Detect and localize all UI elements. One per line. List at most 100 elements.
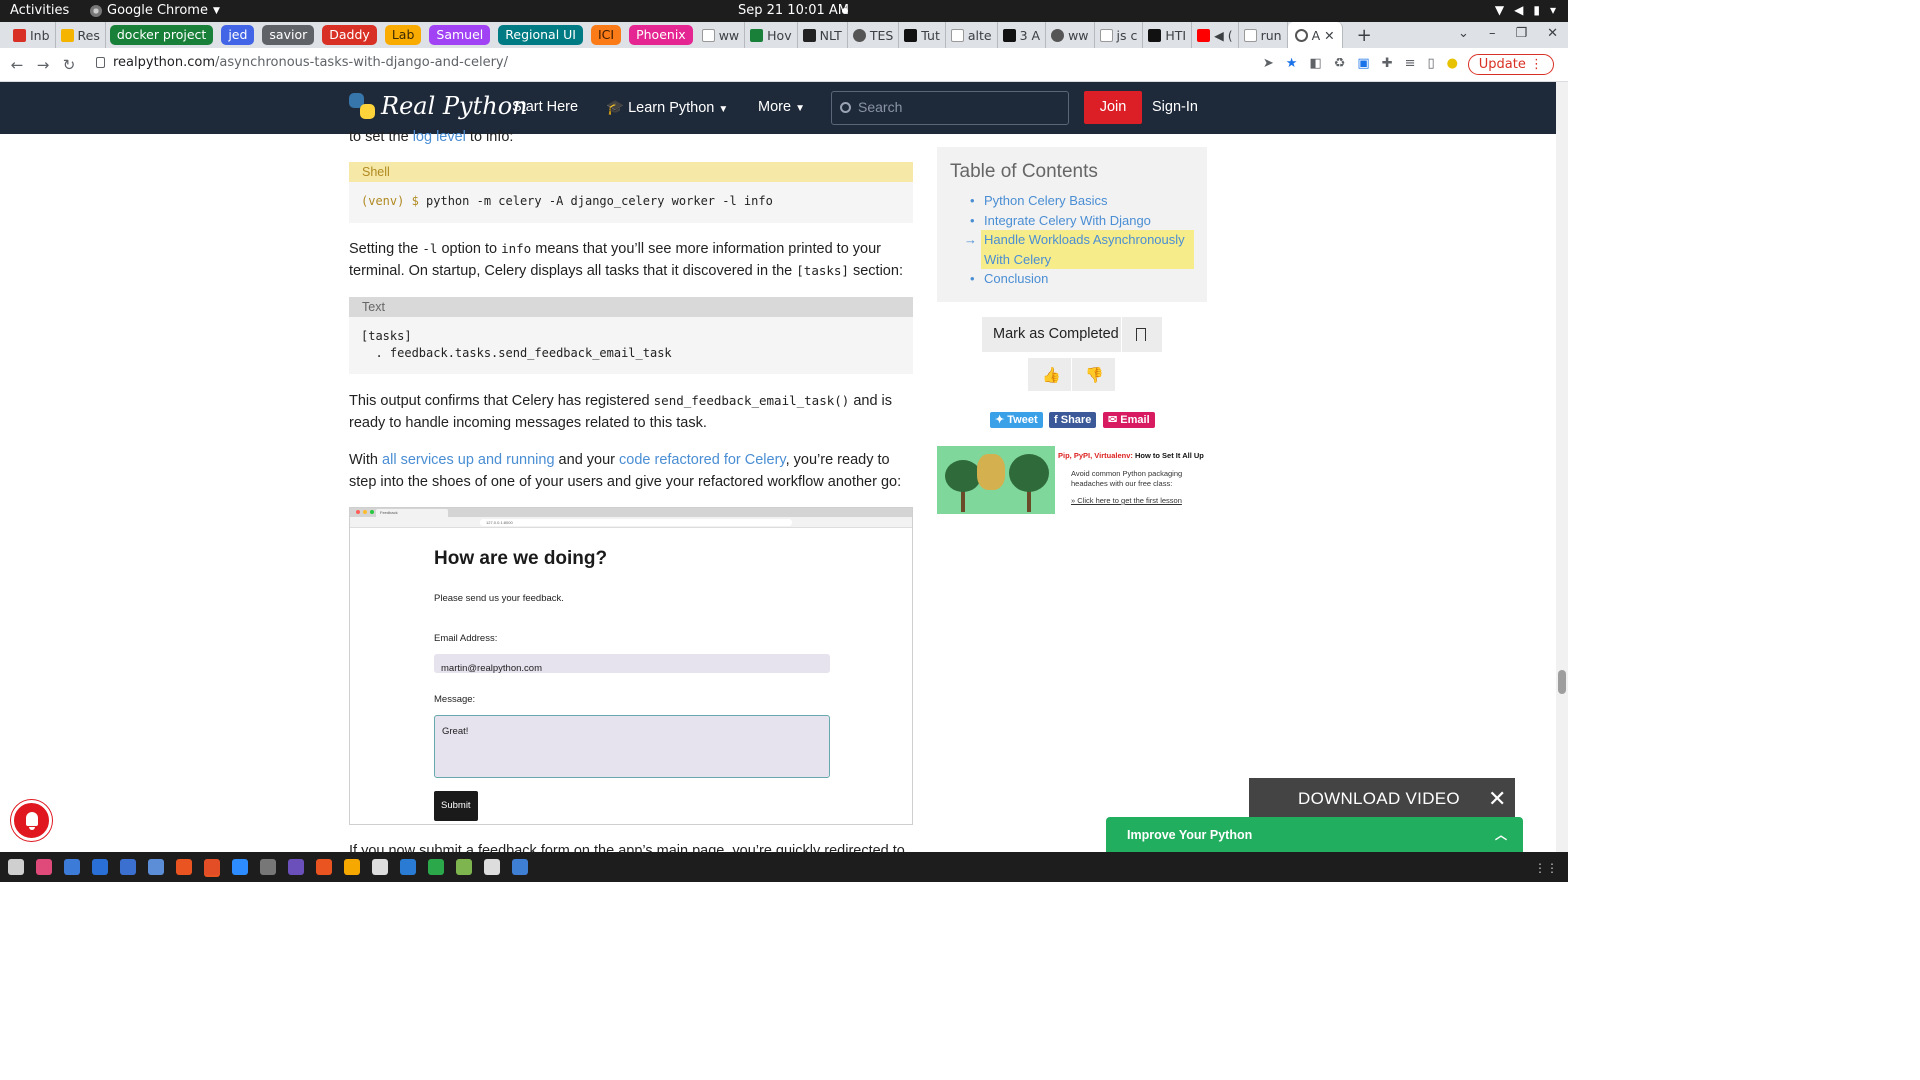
mark-completed-button[interactable]: Mark as Completed bbox=[982, 317, 1162, 352]
tab-group-docker-project[interactable]: docker project bbox=[109, 25, 214, 45]
tab[interactable]: HTI bbox=[1143, 22, 1193, 48]
system-tray[interactable]: ▼ ◀ ▮ ▾ bbox=[1495, 3, 1556, 17]
tab[interactable]: ww bbox=[1046, 22, 1095, 48]
extension-badge-icon[interactable]: ▣ bbox=[1357, 56, 1369, 71]
course-ad[interactable]: Pip, PyPI, Virtualenv: How to Set It All… bbox=[937, 446, 1207, 514]
tab[interactable]: ww bbox=[697, 22, 746, 48]
thumbs-down-icon[interactable]: 👎 bbox=[1085, 366, 1104, 384]
page-scrollbar[interactable] bbox=[1556, 82, 1568, 852]
close-icon[interactable]: ✕ bbox=[1488, 786, 1506, 812]
email-share-button[interactable]: ✉ Email bbox=[1103, 412, 1155, 428]
restore-icon[interactable]: ❐ bbox=[1515, 26, 1527, 41]
taskbar-app-icon[interactable] bbox=[456, 859, 472, 875]
thumbs-up-icon[interactable]: 👍 bbox=[1042, 366, 1061, 384]
taskbar-app-icon[interactable] bbox=[64, 859, 80, 875]
reload-icon[interactable]: ↻ bbox=[56, 56, 82, 74]
taskbar-app-icon[interactable] bbox=[316, 859, 332, 875]
tab-group-regional-ui[interactable]: Regional UI bbox=[498, 25, 583, 45]
bookmark-icon[interactable] bbox=[1136, 328, 1146, 341]
code-refactored-link[interactable]: code refactored for Celery bbox=[619, 452, 786, 468]
update-button[interactable]: Update ⋮ bbox=[1467, 54, 1554, 75]
taskbar-app-icon[interactable] bbox=[232, 859, 248, 875]
sign-in-link[interactable]: Sign-In bbox=[1152, 99, 1198, 115]
toc-item[interactable]: Python Celery Basics bbox=[950, 191, 1194, 211]
join-button[interactable]: Join bbox=[1084, 91, 1142, 124]
taskbar-app-icon[interactable] bbox=[148, 859, 164, 875]
tab-group-daddy[interactable]: Daddy bbox=[322, 25, 377, 45]
taskbar-app-icon[interactable] bbox=[8, 859, 24, 875]
taskbar-app-icon[interactable] bbox=[120, 859, 136, 875]
taskbar-app-icon[interactable] bbox=[484, 859, 500, 875]
search-icon bbox=[840, 102, 851, 113]
taskbar-app-icon[interactable] bbox=[176, 859, 192, 875]
site-logo[interactable]: Real Python bbox=[349, 92, 528, 120]
extension-icon[interactable]: ♻ bbox=[1334, 56, 1346, 71]
tab[interactable]: TES bbox=[848, 22, 900, 48]
scrollbar-thumb[interactable] bbox=[1558, 670, 1566, 694]
forward-icon[interactable]: → bbox=[30, 56, 56, 74]
taskbar-app-icon[interactable] bbox=[372, 859, 388, 875]
tab-drive[interactable]: Res bbox=[56, 22, 106, 48]
tab-title: ww bbox=[1068, 27, 1089, 43]
tab-search-icon[interactable]: ⌄ bbox=[1458, 26, 1469, 41]
search-input[interactable]: Search bbox=[831, 91, 1069, 125]
side-panel-icon[interactable]: ▯ bbox=[1428, 56, 1435, 71]
download-video-banner[interactable]: DOWNLOAD VIDEO ✕ bbox=[1249, 778, 1515, 820]
profile-avatar[interactable]: ● bbox=[1447, 56, 1458, 71]
tab[interactable]: Hov bbox=[745, 22, 798, 48]
tab-group-lab[interactable]: Lab bbox=[384, 25, 422, 45]
url-field[interactable]: realpython.com/asynchronous-tasks-with-d… bbox=[96, 55, 508, 70]
improve-python-bar[interactable]: Improve Your Python ︿ bbox=[1106, 817, 1523, 853]
services-running-link[interactable]: all services up and running bbox=[382, 452, 555, 468]
notification-bell-button[interactable] bbox=[11, 800, 52, 841]
bookmark-star-icon[interactable]: ★ bbox=[1286, 56, 1298, 71]
tab[interactable]: NLT bbox=[798, 22, 848, 48]
nav-learn-python[interactable]: 🎓 Learn Python ▼ bbox=[606, 99, 728, 116]
taskbar-app-icon[interactable] bbox=[288, 859, 304, 875]
taskbar-app-icon[interactable] bbox=[204, 859, 220, 875]
close-tab-icon[interactable]: ✕ bbox=[1324, 28, 1334, 43]
toc-item-current[interactable]: Handle Workloads Asynchronously With Cel… bbox=[950, 230, 1194, 269]
activities-button[interactable]: Activities bbox=[10, 3, 69, 18]
close-window-icon[interactable]: ✕ bbox=[1547, 26, 1558, 41]
taskbar-app-icon[interactable] bbox=[512, 859, 528, 875]
tab[interactable]: run bbox=[1239, 22, 1288, 48]
tab-group-samuel[interactable]: Samuel bbox=[429, 25, 491, 45]
facebook-share-button[interactable]: f Share bbox=[1049, 412, 1097, 428]
taskbar-app-icon[interactable] bbox=[344, 859, 360, 875]
extension-icon[interactable]: ◧ bbox=[1309, 56, 1321, 71]
course-ad-link[interactable]: » Click here to get the first lesson bbox=[1071, 496, 1182, 505]
taskbar-app-icon[interactable] bbox=[92, 859, 108, 875]
tab-active[interactable]: A ✕ bbox=[1287, 22, 1343, 48]
minimize-icon[interactable]: – bbox=[1489, 26, 1496, 41]
clock[interactable]: Sep 21 10:01 AM bbox=[738, 3, 849, 18]
tab-group-jed[interactable]: jed bbox=[221, 25, 255, 45]
tab[interactable]: js c bbox=[1095, 22, 1144, 48]
tab-group-ici[interactable]: ICI bbox=[590, 25, 622, 45]
puzzle-icon[interactable]: ✚ bbox=[1382, 56, 1393, 71]
tab-group-savior[interactable]: savior bbox=[262, 25, 315, 45]
toc-item[interactable]: Integrate Celery With Django bbox=[950, 211, 1194, 231]
toc-item[interactable]: Conclusion bbox=[950, 269, 1194, 289]
tab[interactable]: 3 A bbox=[998, 22, 1047, 48]
tab[interactable]: ◀( bbox=[1192, 22, 1239, 48]
log-level-link[interactable]: log level bbox=[413, 129, 466, 145]
taskbar-app-icon[interactable] bbox=[36, 859, 52, 875]
send-icon[interactable]: ➤ bbox=[1263, 56, 1274, 71]
taskbar-app-icon[interactable] bbox=[260, 859, 276, 875]
media-icon[interactable]: ≡ bbox=[1405, 56, 1416, 71]
tweet-button[interactable]: ✦ Tweet bbox=[990, 412, 1043, 428]
tab-gmail[interactable]: Inb bbox=[8, 22, 56, 48]
nav-more[interactable]: More ▼ bbox=[758, 99, 805, 115]
tab-group-phoenix[interactable]: Phoenix bbox=[629, 25, 693, 45]
app-grid-icon[interactable]: ⋮⋮ bbox=[1534, 861, 1558, 875]
new-tab-button[interactable]: + bbox=[1357, 25, 1372, 46]
app-menu[interactable]: Google Chrome ▼ bbox=[90, 3, 220, 18]
nav-start-here[interactable]: Start Here bbox=[512, 99, 578, 115]
tab[interactable]: alte bbox=[946, 22, 998, 48]
tab[interactable]: Tut bbox=[899, 22, 946, 48]
chevron-up-icon[interactable]: ︿ bbox=[1495, 826, 1507, 843]
back-icon[interactable]: ← bbox=[4, 56, 30, 74]
taskbar-app-icon[interactable] bbox=[400, 859, 416, 875]
taskbar-app-icon[interactable] bbox=[428, 859, 444, 875]
